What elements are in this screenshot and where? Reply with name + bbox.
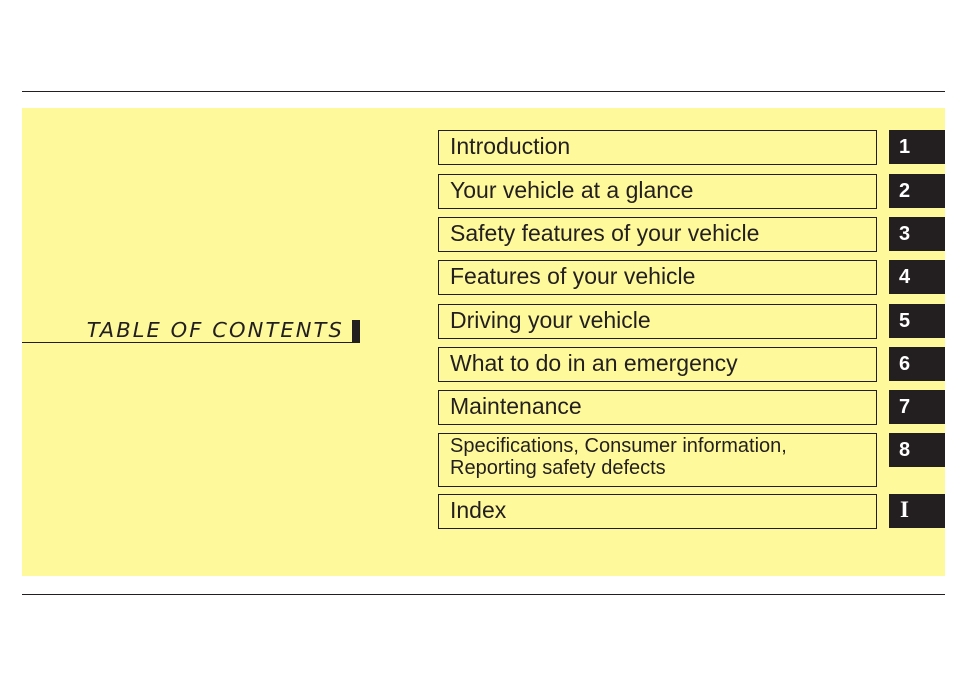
chapter-number: 3 [899,223,911,245]
chapter-tab-3[interactable]: 3 [889,217,945,251]
chapter-label-line-2: Reporting safety defects [450,457,666,479]
chapter-link-introduction[interactable]: Introduction [438,130,877,165]
chapter-link-driving[interactable]: Driving your vehicle [438,304,877,339]
chapter-number: 8 [899,439,911,461]
chapter-link-maintenance[interactable]: Maintenance [438,390,877,425]
chapter-number: 7 [899,396,911,418]
chapter-label: Index [450,497,507,523]
chapter-link-emergency[interactable]: What to do in an emergency [438,347,877,382]
chapter-label-line-1: Specifications, Consumer information, [450,435,787,457]
chapter-label: Driving your vehicle [450,307,651,333]
chapter-tab-index[interactable]: I [889,494,945,528]
chapter-label: Your vehicle at a glance [450,177,694,203]
chapter-link-vehicle-at-a-glance[interactable]: Your vehicle at a glance [438,174,877,209]
chapter-link-index[interactable]: Index [438,494,877,529]
toc-title: TABLE OF CONTENTS [86,318,344,342]
chapter-tab-8[interactable]: 8 [889,433,945,467]
toc-title-marker [352,320,360,343]
toc-panel: TABLE OF CONTENTS Introduction 1 Your ve… [22,108,945,576]
chapter-number: I [900,497,909,522]
bottom-rule [22,594,945,595]
chapter-label: Specifications, Consumer information, Re… [450,435,787,479]
chapter-label: Maintenance [450,393,582,419]
chapter-link-features[interactable]: Features of your vehicle [438,260,877,295]
toc-title-underline: TABLE OF CONTENTS [22,314,360,343]
chapter-tab-4[interactable]: 4 [889,260,945,294]
chapter-number: 6 [899,353,911,375]
chapter-number: 2 [899,180,911,202]
chapter-number: 1 [899,136,911,158]
chapter-tab-2[interactable]: 2 [889,174,945,208]
chapter-tab-1[interactable]: 1 [889,130,945,164]
chapter-link-specifications[interactable]: Specifications, Consumer information, Re… [438,433,877,487]
chapter-label: Features of your vehicle [450,263,696,289]
chapter-number: 5 [899,310,911,332]
chapter-tab-6[interactable]: 6 [889,347,945,381]
chapter-label: Safety features of your vehicle [450,220,760,246]
chapter-number: 4 [899,266,911,288]
chapter-tab-5[interactable]: 5 [889,304,945,338]
chapter-tab-7[interactable]: 7 [889,390,945,424]
chapter-label: What to do in an emergency [450,350,738,376]
top-rule [22,91,945,92]
chapter-label: Introduction [450,133,571,159]
chapter-link-safety-features[interactable]: Safety features of your vehicle [438,217,877,252]
